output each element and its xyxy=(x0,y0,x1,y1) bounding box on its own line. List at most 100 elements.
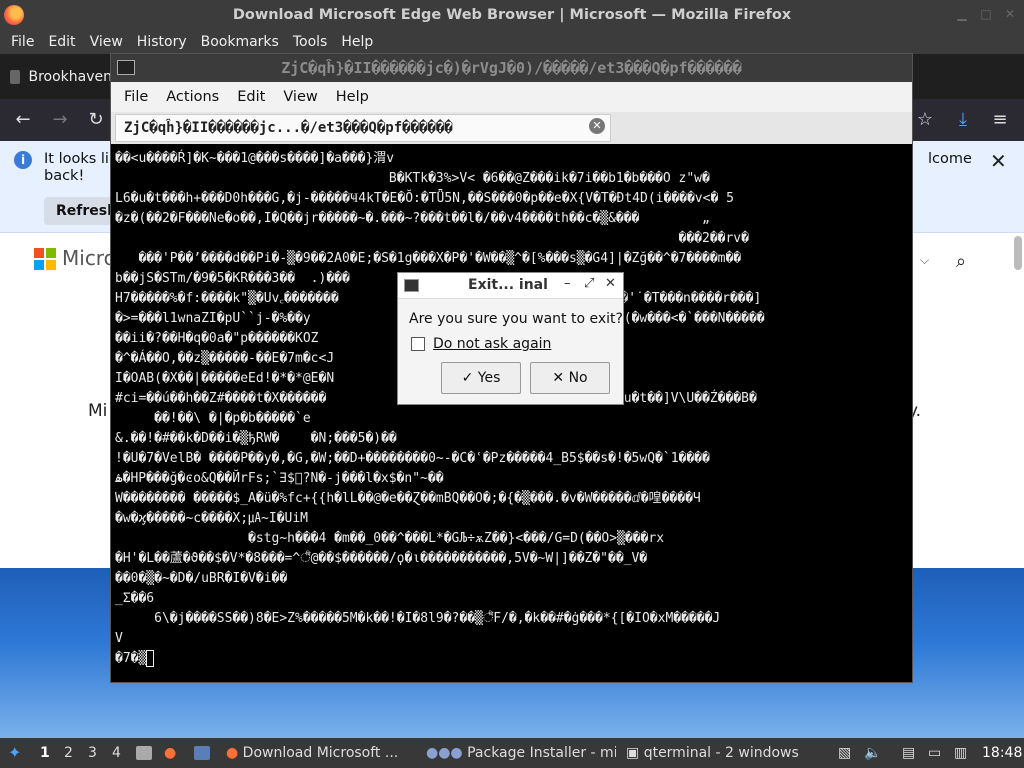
dialog-maximize-icon[interactable]: ⤢ xyxy=(584,276,594,291)
page-scrollbar[interactable] xyxy=(1014,236,1022,270)
firefox-launcher-icon[interactable]: ● xyxy=(164,738,176,768)
term-menu-help[interactable]: Help xyxy=(327,89,378,105)
page-text-left: Mi xyxy=(88,401,108,421)
terminal-line: V xyxy=(115,631,123,646)
firefox-task-icon: ● xyxy=(226,745,243,761)
do-not-ask-checkbox[interactable] xyxy=(411,337,425,351)
x-icon: ✕ xyxy=(552,370,569,386)
desktop-2[interactable]: 2 xyxy=(64,738,73,768)
notification-line-1: It looks lik xyxy=(44,151,118,167)
exit-dialog: Exit... inal – ⤢ ✕ Are you sure you want… xyxy=(397,272,624,405)
menu-tools[interactable]: Tools xyxy=(286,34,335,50)
window-icon[interactable] xyxy=(194,738,210,768)
file-manager-icon[interactable] xyxy=(136,738,152,768)
check-icon: ✓ xyxy=(461,370,478,386)
terminal-line: �z�(��2�F���Ne�o��,I�Q��jr�����~�.���~?�… xyxy=(115,211,710,226)
term-menu-view[interactable]: View xyxy=(274,89,326,105)
terminal-line: ��<u����Ŕ]�K~���1@���s����]�a���}渭v xyxy=(115,151,395,166)
do-not-ask-label[interactable]: Do not ask again xyxy=(433,336,551,352)
terminal-line: B�KTk�3%>V< �6��@Z���ik�7i��b1�b���O z"w… xyxy=(115,171,710,186)
menu-file[interactable]: File xyxy=(4,34,41,50)
bookmark-star-icon[interactable]: ☆ xyxy=(912,107,938,133)
terminal-line: �H'�L��蘆�ϑ��$�V*�8���=^꣰@��$������/ϙ�ι��… xyxy=(115,551,648,566)
dialog-minimize-icon[interactable]: – xyxy=(564,276,571,291)
firefox-menubar: File Edit View History Bookmarks Tools H… xyxy=(0,30,1024,54)
notification-line-2: back! xyxy=(44,168,85,184)
menu-history[interactable]: History xyxy=(130,34,194,50)
tab-close-icon[interactable]: ✕ xyxy=(589,118,605,134)
minimize-icon[interactable]: ▁ xyxy=(954,6,970,22)
clipboard-icon[interactable]: ▤ xyxy=(902,738,915,768)
terminal-line: !�U�7�VelB� ����P��y�,�G,�W;��D+��������… xyxy=(115,451,710,466)
display-icon[interactable]: ▭ xyxy=(928,738,941,768)
reload-icon[interactable]: ↻ xyxy=(83,107,109,133)
terminal-line: W�������� �����$_A�ü�%fc+{{h�lL��@�e��Ɀ�… xyxy=(115,491,701,506)
start-menu-icon[interactable]: ✦ xyxy=(8,738,21,768)
task-qterminal-label: qterminal - 2 windows xyxy=(643,745,799,761)
app-menu-icon[interactable]: ≡ xyxy=(987,107,1013,133)
volume-icon[interactable]: 🔈 xyxy=(864,738,881,768)
notification-text: It looks lik back! xyxy=(44,151,117,185)
dialog-close-icon[interactable]: ✕ xyxy=(605,276,616,291)
no-label: No xyxy=(568,370,588,386)
task-firefox-label: Download Microsoft ... xyxy=(242,745,399,761)
tray-app-icon[interactable]: ▧ xyxy=(838,738,851,768)
notification-close-icon[interactable]: ✕ xyxy=(990,149,1007,173)
terminal-line: ��0�▒�~�D�/uBR�I�V�i�� xyxy=(115,571,288,586)
desktop-4[interactable]: 4 xyxy=(112,738,121,768)
terminal-icon xyxy=(404,279,419,292)
close-icon[interactable]: ✕ xyxy=(1002,6,1018,22)
tab-label: Brookhaven xyxy=(28,69,112,85)
task-package-installer[interactable]: ●●● Package Installer - mi... xyxy=(426,738,616,768)
back-icon[interactable]: ← xyxy=(10,107,36,133)
network-icon[interactable]: ▥ xyxy=(954,738,967,768)
terminal-line: ���'P��’����d��Pi�-▒�9��2A0�E;�S�1g���X�… xyxy=(115,251,742,266)
taskbar: ✦ 1 2 3 4 ● ● Download Microsoft ... ●●●… xyxy=(0,738,1024,768)
terminal-titlebar: ZjC�qĥ}�II������jc�)�rVgJ�0)/�����/et3��… xyxy=(111,54,912,82)
terminal-title: ZjC�qĥ}�II������jc�)�rVgJ�0)/�����/et3��… xyxy=(281,59,742,77)
terminal-menubar: File Actions Edit View Help xyxy=(111,82,912,112)
term-menu-actions[interactable]: Actions xyxy=(157,89,228,105)
terminal-line: &.��!�#��k�D��i�▒ђRW� �N;���5�)�� xyxy=(115,431,397,446)
term-menu-file[interactable]: File xyxy=(115,89,157,105)
terminal-line: �w�ϗ�����~c����X;㎂~I�UiM xyxy=(115,511,309,526)
firefox-titlebar: Download Microsoft Edge Web Browser | Mi… xyxy=(0,0,1024,30)
menu-view[interactable]: View xyxy=(83,34,130,50)
terminal-tab[interactable]: ZjC�qĥ}�II������jc...�/et3���Q�pf������ xyxy=(115,114,611,142)
terminal-line: _Σ��6 xyxy=(115,591,155,606)
terminal-line: ���2��rv� xyxy=(115,231,749,246)
terminal-line: ��!��\ �|�p�b�����`e xyxy=(115,411,757,426)
terminal-line: ۿ�HP���ğ�ͼo&Q��ЙrFs;`∃$⃞?N�-j���l�x$�n"~… xyxy=(115,471,444,486)
clock: 18:48 xyxy=(982,745,1023,761)
search-icon[interactable]: ⌕ xyxy=(956,251,966,272)
terminal-task-icon: ▣ xyxy=(626,745,644,761)
refresh-button[interactable]: Refresh xyxy=(44,197,117,225)
terminal-line: L6�u�t���h+���D0h���G,�j-�����Ҹ4kT�E�Ŏ:�… xyxy=(115,191,734,206)
maximize-icon[interactable]: □ xyxy=(978,6,994,22)
firefox-tab[interactable]: Brookhaven xyxy=(0,58,112,96)
menu-edit[interactable]: Edit xyxy=(41,34,82,50)
term-menu-edit[interactable]: Edit xyxy=(228,89,274,105)
terminal-tabbar: ZjC�qĥ}�II������jc...�/et3���Q�pf������ … xyxy=(111,112,912,144)
task-qterminal[interactable]: ▣ qterminal - 2 windows xyxy=(626,738,816,768)
desktop-1[interactable]: 1 xyxy=(40,738,50,768)
forward-icon[interactable]: → xyxy=(47,107,73,133)
menu-help[interactable]: Help xyxy=(334,34,380,50)
yes-button[interactable]: ✓ Yes xyxy=(441,362,521,394)
dialog-question: Are you sure you want to exit? xyxy=(409,311,623,327)
no-button[interactable]: ✕ No xyxy=(530,362,610,394)
terminal-line: �7�▒ xyxy=(115,649,891,669)
downloads-icon[interactable]: ⤓ xyxy=(950,107,976,133)
dialog-titlebar: Exit... inal – ⤢ ✕ xyxy=(398,273,623,299)
terminal-line: �stg~h���4 �m��_0��^���L*�GЉ÷ѫZ��}<���/G… xyxy=(115,531,665,546)
task-firefox[interactable]: ● Download Microsoft ... xyxy=(226,738,416,768)
dialog-title: Exit... inal xyxy=(468,277,548,293)
terminal-output[interactable]: ��<u����Ŕ]�K~���1@���s����]�a���}渭v B�KT… xyxy=(115,149,891,679)
package-installer-icon: ●●● xyxy=(426,745,468,761)
menu-bookmarks[interactable]: Bookmarks xyxy=(194,34,286,50)
brand-text: Micro xyxy=(62,246,116,270)
desktop-3[interactable]: 3 xyxy=(88,738,97,768)
terminal-line: 6\�j����SS��)8�E>Z%�����5M�k��!�I�8l9�?�… xyxy=(115,611,721,626)
yes-label: Yes xyxy=(477,370,501,386)
chevron-down-icon[interactable]: ⌵ xyxy=(920,253,929,268)
